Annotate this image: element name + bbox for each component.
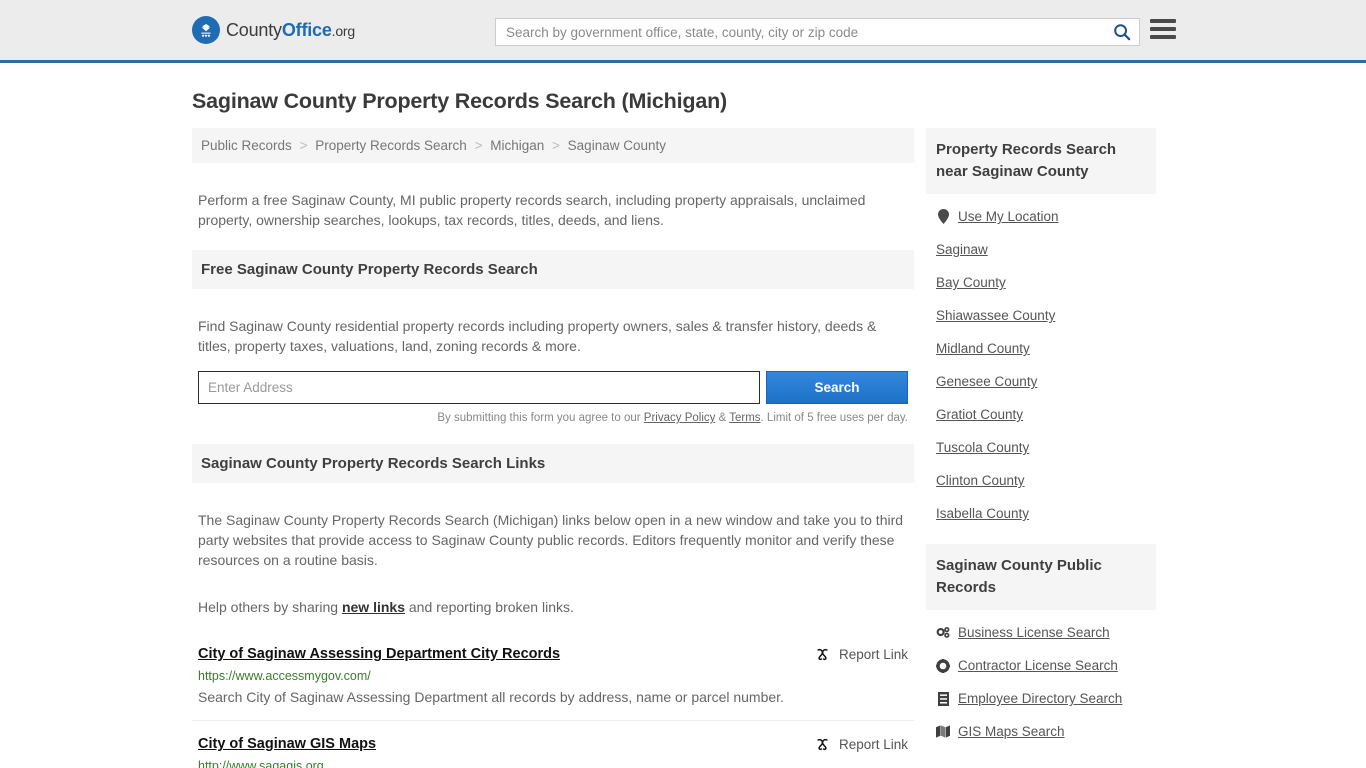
sidebar-link-label[interactable]: Isabella County — [936, 506, 1029, 521]
breadcrumb: Public Records > Property Records Search… — [192, 128, 914, 163]
result-item: City of Saginaw GIS Maps Report Link htt… — [192, 721, 914, 768]
main-column: Public Records > Property Records Search… — [192, 128, 914, 768]
hamburger-bar — [1150, 19, 1176, 23]
address-search-button[interactable]: Search — [766, 371, 908, 404]
logo-word-org: .org — [331, 22, 356, 39]
result-url: http://www.sagagis.org — [198, 759, 324, 768]
breadcrumb-separator: > — [299, 138, 308, 153]
report-link-label: Report Link — [838, 737, 908, 752]
sidebar-item-tuscola-county[interactable]: Tuscola County — [926, 431, 1156, 464]
breadcrumb-separator: > — [474, 138, 483, 153]
links-section-body: The Saginaw County Property Records Sear… — [198, 512, 904, 568]
help-suffix: and reporting broken links. — [405, 599, 574, 615]
disclaimer-prefix: By submitting this form you agree to our — [437, 412, 644, 424]
privacy-policy-link[interactable]: Privacy Policy — [644, 412, 716, 424]
free-search-body: Find Saginaw County residential property… — [198, 318, 877, 354]
form-disclaimer: By submitting this form you agree to our… — [198, 412, 908, 424]
sidebar-nearby-list: Use My Location Saginaw Bay County Shiaw… — [926, 194, 1156, 530]
free-search-heading: Free Saginaw County Property Records Sea… — [192, 250, 914, 289]
sidebar-item-use-my-location[interactable]: Use My Location — [926, 200, 1156, 233]
cogs-icon — [936, 626, 950, 639]
map-icon — [936, 725, 950, 738]
result-item: City of Saginaw Assessing Department Cit… — [192, 631, 914, 721]
page-container: Saginaw County Property Records Search (… — [0, 89, 1366, 768]
broken-link-icon — [817, 738, 828, 751]
list-icon — [936, 691, 950, 706]
sidebar-item-gratiot-county[interactable]: Gratiot County — [926, 398, 1156, 431]
result-description: Search City of Saginaw Assessing Departm… — [198, 689, 784, 705]
sidebar-link-label[interactable]: Midland County — [936, 341, 1030, 356]
sidebar-link-label[interactable]: Clinton County — [936, 473, 1025, 488]
site-logo[interactable]: CountyOffice.org — [192, 16, 355, 44]
report-link-button[interactable]: Report Link — [814, 646, 908, 663]
breadcrumb-separator: > — [552, 138, 560, 153]
logo-wordmark: CountyOffice.org — [226, 20, 355, 41]
sidebar-link-label[interactable]: Genesee County — [936, 374, 1037, 389]
disclaimer-amp: & — [715, 412, 730, 424]
sidebar-item-isabella-county[interactable]: Isabella County — [926, 497, 1156, 530]
sidebar-nearby-heading: Property Records Search near Saginaw Cou… — [926, 128, 1156, 194]
search-icon — [1114, 24, 1131, 41]
report-link-button[interactable]: Report Link — [814, 736, 908, 753]
sidebar-item-saginaw[interactable]: Saginaw — [926, 233, 1156, 266]
eagle-logo-icon — [192, 16, 220, 44]
sidebar-link-label[interactable]: Tuscola County — [936, 440, 1029, 455]
logo-word-office: Office — [281, 19, 332, 40]
sidebar: Property Records Search near Saginaw Cou… — [926, 128, 1156, 768]
sidebar-item-genesee-county[interactable]: Genesee County — [926, 365, 1156, 398]
site-header: CountyOffice.org — [0, 0, 1366, 63]
sidebar-item-clinton-county[interactable]: Clinton County — [926, 464, 1156, 497]
global-search-box[interactable] — [495, 18, 1140, 46]
breadcrumb-item-public-records[interactable]: Public Records — [201, 138, 292, 153]
help-prefix: Help others by sharing — [198, 599, 342, 615]
sidebar-public-records-list: Business License Search Contractor Licen… — [926, 610, 1156, 748]
global-search-button[interactable] — [1105, 19, 1139, 45]
links-section-heading: Saginaw County Property Records Search L… — [192, 444, 914, 483]
sidebar-item-business-license-search[interactable]: Business License Search — [926, 616, 1156, 649]
disclaimer-suffix: . Limit of 5 free uses per day. — [760, 412, 908, 424]
sidebar-link-label[interactable]: Saginaw — [936, 242, 988, 257]
address-input[interactable] — [198, 371, 760, 404]
sidebar-item-contractor-license-search[interactable]: Contractor License Search — [926, 649, 1156, 682]
sidebar-link-label[interactable]: Employee Directory Search — [958, 691, 1122, 706]
sidebar-item-gis-maps-search[interactable]: GIS Maps Search — [926, 715, 1156, 748]
sidebar-link-label[interactable]: Shiawassee County — [936, 308, 1055, 323]
result-url: https://www.accessmygov.com/ — [198, 669, 371, 683]
content-columns: Public Records > Property Records Search… — [192, 128, 1174, 768]
hamburger-bar — [1150, 27, 1176, 31]
sidebar-link-label[interactable]: GIS Maps Search — [958, 724, 1065, 739]
breadcrumb-item-saginaw-county[interactable]: Saginaw County — [568, 138, 666, 153]
sidebar-link-label[interactable]: Use My Location — [958, 209, 1059, 224]
sidebar-link-label[interactable]: Business License Search — [958, 625, 1110, 640]
address-search-form: Search — [198, 371, 908, 404]
global-search-input[interactable] — [496, 19, 1105, 45]
broken-link-icon — [817, 648, 828, 661]
sidebar-item-employee-directory-search[interactable]: Employee Directory Search — [926, 682, 1156, 715]
sidebar-link-label[interactable]: Bay County — [936, 275, 1006, 290]
sidebar-public-records-heading: Saginaw County Public Records — [926, 544, 1156, 610]
terms-link[interactable]: Terms — [729, 412, 760, 424]
sidebar-item-midland-county[interactable]: Midland County — [926, 332, 1156, 365]
hamburger-bar — [1150, 35, 1176, 39]
sidebar-link-label[interactable]: Contractor License Search — [958, 658, 1118, 673]
report-link-label: Report Link — [838, 647, 908, 662]
page-intro-text: Perform a free Saginaw County, MI public… — [198, 192, 866, 228]
gear-icon — [936, 658, 950, 673]
result-title-link[interactable]: City of Saginaw GIS Maps — [198, 736, 376, 752]
sidebar-link-label[interactable]: Gratiot County — [936, 407, 1023, 422]
menu-button[interactable] — [1150, 19, 1176, 39]
map-pin-icon — [936, 209, 950, 224]
sidebar-item-bay-county[interactable]: Bay County — [926, 266, 1156, 299]
sidebar-item-shiawassee-county[interactable]: Shiawassee County — [926, 299, 1156, 332]
links-section-help: Help others by sharing new links and rep… — [192, 584, 914, 617]
new-links-link[interactable]: new links — [342, 599, 405, 615]
logo-word-county: County — [226, 19, 282, 40]
breadcrumb-item-property-records-search[interactable]: Property Records Search — [315, 138, 467, 153]
page-title: Saginaw County Property Records Search (… — [192, 89, 727, 113]
breadcrumb-item-michigan[interactable]: Michigan — [490, 138, 544, 153]
result-title-link[interactable]: City of Saginaw Assessing Department Cit… — [198, 646, 560, 662]
